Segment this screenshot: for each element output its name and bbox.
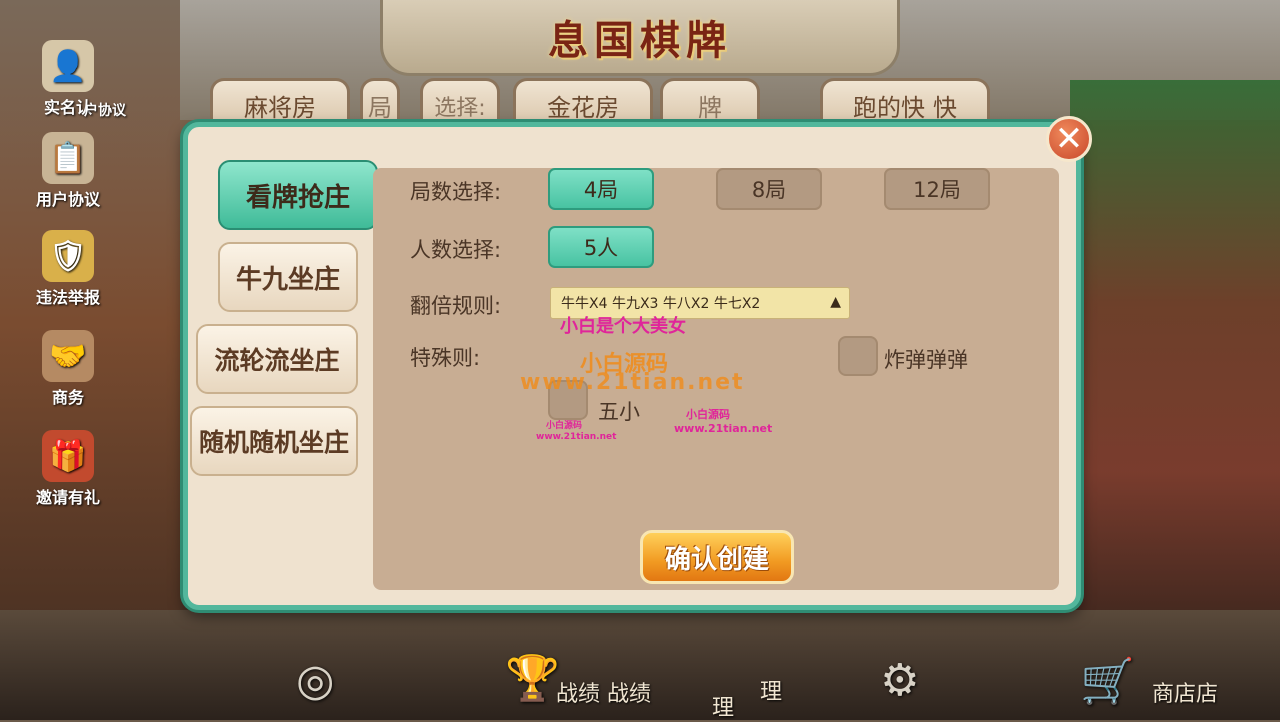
sidebar-item-invite[interactable]: 🎁 邀请有礼 (18, 430, 118, 508)
manage-label: 理 (760, 680, 783, 705)
close-button[interactable]: ✕ (1046, 116, 1092, 162)
special-bomb-checkbox[interactable] (838, 336, 878, 376)
mode-kanpai-qiangzhuang[interactable]: 看牌抢庄 (218, 160, 378, 230)
rounds-option-4[interactable]: 4局 (548, 168, 654, 210)
manage-ghost-label: 理 (712, 696, 735, 721)
watermark-text: 小白是个大美女 (560, 316, 686, 337)
aperture-icon[interactable]: ◎ (296, 655, 334, 706)
multiplier-value: 牛牛X4 牛九X3 牛八X2 牛七X2 (561, 296, 761, 312)
multiplier-label: 翻倍规则: (410, 294, 502, 318)
cart-icon[interactable]: 🛒 (1080, 655, 1135, 707)
players-option-5[interactable]: 5人 (548, 226, 654, 268)
tab-paodekuai-label: 跑的快 (853, 94, 925, 122)
shield-icon: 🛡 (42, 230, 94, 282)
sidebar-item-label: 用户协议 (35, 190, 100, 209)
id-card-icon: 👤 (42, 40, 94, 92)
sidebar-item-agreement-ghost[interactable]: 户协议 (60, 100, 150, 120)
sidebar-item-label: 邀请有礼 (35, 488, 100, 507)
sidebar-item-label: 户协议 (84, 103, 126, 119)
gift-icon: 🎁 (42, 430, 94, 482)
sidebar-item-label: 商务 (51, 388, 84, 407)
document-icon: 📋 (42, 132, 94, 184)
watermark-url: www.21tian.net (536, 432, 617, 442)
sidebar-item-user-agreement[interactable]: 📋 用户协议 (18, 132, 118, 210)
business-icon: 🤝 (42, 330, 94, 382)
sidebar-item-label: 违法举报 (35, 288, 100, 307)
mode-niujiu-zuozhuang[interactable]: 牛九坐庄 (218, 242, 358, 312)
app-title: 息国棋牌 (548, 16, 732, 64)
special-label: 特殊则: (410, 346, 481, 370)
watermark-text: 小白源码 (686, 408, 730, 421)
watermark-url: www.21tian.net (520, 370, 745, 395)
rounds-option-12[interactable]: 12局 (884, 168, 990, 210)
gear-icon[interactable]: ⚙ (880, 655, 919, 706)
confirm-create-button[interactable]: 确认创建 (640, 530, 794, 584)
watermark-text: 小白源码 (546, 421, 583, 431)
sidebar-item-report[interactable]: 🛡 违法举报 (18, 230, 118, 308)
sidebar-item-business[interactable]: 🤝 商务 (18, 330, 118, 408)
watermark-url: www.21tian.net (674, 422, 773, 435)
players-label: 人数选择: (410, 238, 502, 262)
mode-lunliu-zuozhuang[interactable]: 流轮流坐庄 (196, 324, 358, 394)
background-right (1070, 80, 1280, 640)
tab-paodekuai-dup: 快 (933, 94, 957, 122)
close-icon: ✕ (1054, 119, 1084, 159)
title-banner: 息国棋牌 (380, 0, 900, 76)
special-wuxiao-label: 五小 (598, 400, 640, 424)
shop-button[interactable]: 商店店 (1152, 676, 1218, 708)
special-bomb-label: 炸弹弹弹 (884, 348, 968, 372)
mode-suiji-zuozhuang[interactable]: 随机随机坐庄 (190, 406, 358, 476)
trophy-icon[interactable]: 🏆 (505, 652, 560, 704)
triangle-up-icon: ▲ (830, 294, 841, 310)
record-button[interactable]: 战绩 战绩 (556, 676, 651, 708)
rounds-option-8[interactable]: 8局 (716, 168, 822, 210)
rounds-label: 局数选择: (410, 180, 502, 204)
